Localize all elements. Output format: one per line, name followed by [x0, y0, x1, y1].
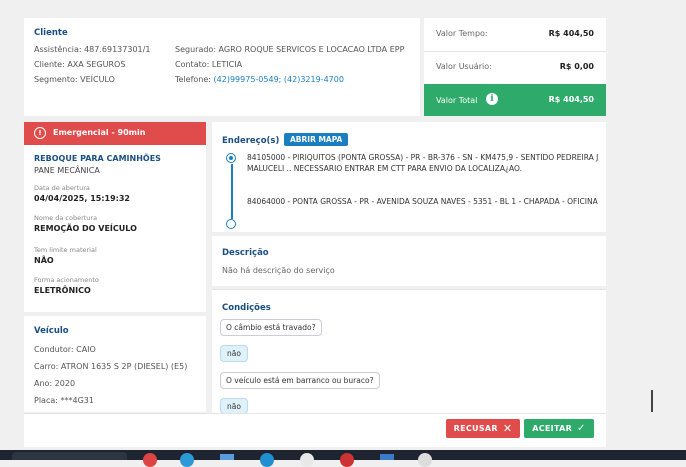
telefone-link[interactable]: (42)99975-0549; (42)3219-4700 [214, 75, 344, 84]
condicao-answer-2: não [220, 398, 248, 414]
aceitar-label: ACEITAR [532, 424, 573, 433]
forma-label: Forma acionamento [34, 276, 99, 284]
condicao-question-2: O veículo está em barranco ou buraco? [220, 372, 380, 389]
recusar-label: RECUSAR [453, 424, 498, 433]
descricao-title: Descrição [222, 248, 269, 258]
cliente-card: Cliente Assistência: 487.69137301/1 Clie… [24, 18, 420, 116]
valor-usuario-label: Valor Usuário: [436, 62, 492, 71]
divider [424, 51, 606, 52]
scrollbar-handle[interactable] [651, 390, 653, 412]
condicoes-title: Condições [222, 303, 271, 313]
descricao-text: Não há descrição do serviço [222, 266, 335, 275]
destination-marker-icon [226, 219, 236, 229]
app-icon-2[interactable] [418, 453, 432, 467]
emergencia-text: Emergencial - 90min [53, 128, 146, 137]
abertura-label: Data de abertura [34, 184, 90, 192]
taskbar [0, 450, 686, 467]
apps-icon[interactable] [220, 454, 234, 460]
condicao-question-1: O câmbio está travado? [220, 319, 322, 336]
valor-total-bar: Valor Total i R$ 404,50 [424, 84, 606, 116]
segurado-text: Segurado: AGRO ROQUE SERVICOS E LOCACAO … [175, 45, 405, 54]
valor-total-value: R$ 404,50 [548, 95, 594, 104]
endereco-origem: 84105000 - PIRIQUITOS (PONTA GROSSA) - P… [247, 153, 599, 173]
info-icon[interactable]: i [486, 93, 498, 105]
descricao-card: Descrição Não há descrição do serviço [212, 236, 606, 286]
valor-tempo-value: R$ 404,50 [548, 29, 594, 38]
origin-marker-icon [226, 153, 236, 163]
cliente-title: Cliente [34, 28, 68, 38]
endereco-title: Endereço(s) [222, 136, 280, 146]
aceitar-button[interactable]: ACEITAR ✓ [524, 419, 594, 438]
browser-icon[interactable] [143, 453, 157, 467]
endereco-card: Endereço(s) ABRIR MAPA 84105000 - PIRIQU… [212, 122, 606, 232]
veiculo-title: Veículo [34, 326, 69, 336]
forma-value: ELETRÔNICO [34, 286, 91, 295]
edge-icon[interactable] [180, 453, 194, 467]
taskbar-search[interactable] [12, 452, 127, 460]
close-icon: ✕ [502, 421, 513, 435]
cobertura-label: Nome da cobertura [34, 214, 98, 222]
servico-card: ! Emergencial - 90min REBOQUE PARA CAMIN… [24, 122, 206, 312]
recusar-button[interactable]: RECUSAR ✕ [446, 419, 520, 438]
valor-total-label: Valor Total [436, 96, 478, 105]
valor-usuario-value: R$ 0,00 [559, 62, 594, 71]
store-icon[interactable] [260, 453, 274, 467]
segmento-text: Segmento: VEÍCULO [34, 75, 115, 84]
carro-text: Carro: ATRON 1635 S 2P (DIESEL) (E5) [34, 362, 188, 371]
limite-label: Tem limite material [34, 246, 97, 254]
ano-text: Ano: 2020 [34, 379, 76, 388]
check-icon: ✓ [577, 423, 586, 434]
mail-icon[interactable] [300, 453, 314, 467]
placa-text: Placa: ***4G31 [34, 396, 94, 405]
valores-card: Valor Tempo: R$ 404,50 Valor Usuário: R$… [424, 18, 606, 116]
alert-icon: ! [34, 127, 46, 139]
telefone-row: Telefone: (42)99975-0549; (42)3219-4700 [175, 73, 344, 87]
cobertura-value: REMOÇÃO DO VEÍCULO [34, 224, 137, 233]
valor-tempo-label: Valor Tempo: [436, 29, 488, 38]
abrir-mapa-button[interactable]: ABRIR MAPA [284, 133, 349, 146]
condutor-text: Condutor: CAIO [34, 345, 96, 354]
cliente-text: Cliente: AXA SEGUROS [34, 60, 126, 69]
abertura-value: 04/04/2025, 15:19:32 [34, 194, 130, 203]
condicoes-card: Condições [212, 289, 606, 413]
route-line [231, 164, 233, 219]
condicao-answer-1: não [220, 345, 248, 362]
files-icon[interactable] [380, 454, 394, 460]
emergencia-banner: ! Emergencial - 90min [24, 122, 206, 145]
telefone-label: Telefone: [175, 75, 214, 84]
servico-subtipo: PANE MECÂNICA [34, 166, 100, 175]
endereco-destino: 84064000 - PONTA GROSSA - PR - AVENIDA S… [247, 197, 598, 206]
assistencia-text: Assistência: 487.69137301/1 [34, 45, 151, 54]
veiculo-card: Veículo Condutor: CAIO Carro: ATRON 1635… [24, 316, 206, 412]
app-icon[interactable] [340, 453, 354, 467]
servico-tipo: REBOQUE PARA CAMINHÕES [34, 154, 161, 163]
limite-value: NÃO [34, 256, 54, 265]
contato-text: Contato: LETICIA [175, 60, 243, 69]
